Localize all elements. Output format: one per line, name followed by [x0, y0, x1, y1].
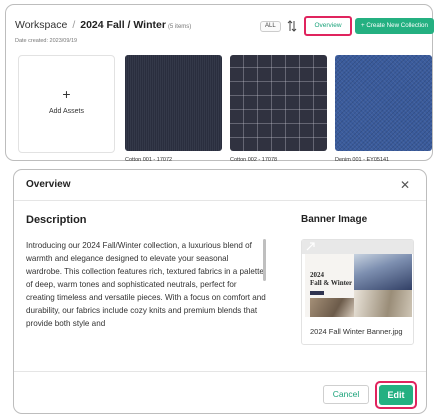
plus-icon: +: [62, 86, 71, 102]
description-scrollbar[interactable]: [263, 239, 266, 281]
workspace-panel: Workspace / 2024 Fall / Winter (5 items) Da…: [5, 4, 434, 163]
close-icon[interactable]: ✕: [400, 178, 410, 192]
banner-photo: [310, 298, 354, 317]
cancel-button[interactable]: Cancel: [323, 385, 369, 404]
breadcrumb: Workspace / 2024 Fall / Winter (5 items): [15, 19, 191, 31]
asset-thumbnail-cotton-002[interactable]: [230, 55, 327, 151]
banner-photo: [354, 254, 412, 290]
banner-thumbnail: 2024 Fall & Winter: [305, 254, 412, 317]
overview-button[interactable]: Overview: [304, 16, 352, 36]
add-assets-label: Add Assets: [48, 108, 85, 115]
banner-photo: [354, 290, 412, 317]
modal-title: Overview: [26, 179, 71, 190]
banner-cta-block: [310, 291, 324, 295]
asset-caption: Cotton 001 - 17072: [125, 157, 173, 163]
asset-caption: Cotton 002 - 17078: [230, 157, 278, 163]
banner-toolbar: [302, 240, 413, 254]
asset-thumbnail-cotton-001[interactable]: [125, 55, 222, 151]
date-created: Date created: 2023/09/19: [15, 38, 78, 44]
filter-chip-all[interactable]: ALL: [260, 21, 281, 32]
breadcrumb-separator: /: [72, 19, 76, 31]
banner-file-name: 2024 Fall Winter Banner.jpg: [310, 327, 403, 336]
description-heading: Description: [26, 214, 87, 226]
create-new-collection-button[interactable]: + Create New Collection: [355, 18, 434, 34]
overview-modal: Overview ✕ Description Introducing our 2…: [13, 169, 427, 414]
description-text[interactable]: Introducing our 2024 Fall/Winter collect…: [26, 239, 266, 349]
item-count: (5 items): [167, 24, 192, 30]
asset-thumbnail-denim-001[interactable]: [335, 55, 432, 151]
edit-button[interactable]: Edit: [379, 385, 413, 405]
modal-footer-divider: [14, 371, 426, 372]
breadcrumb-root[interactable]: Workspace: [15, 19, 67, 31]
sort-icon[interactable]: [287, 20, 297, 32]
add-assets-tile[interactable]: + Add Assets: [18, 55, 115, 153]
banner-heading: Banner Image: [301, 214, 368, 225]
asset-caption: Denim 001 - EY05141: [335, 157, 390, 163]
banner-image-card[interactable]: 2024 Fall & Winter 2024 Fall Winter Bann…: [301, 239, 414, 345]
collection-name: 2024 Fall / Winter: [80, 19, 166, 31]
banner-image-title: 2024 Fall & Winter: [310, 271, 353, 287]
modal-header: Overview ✕: [14, 170, 426, 201]
expand-icon[interactable]: [306, 242, 315, 251]
